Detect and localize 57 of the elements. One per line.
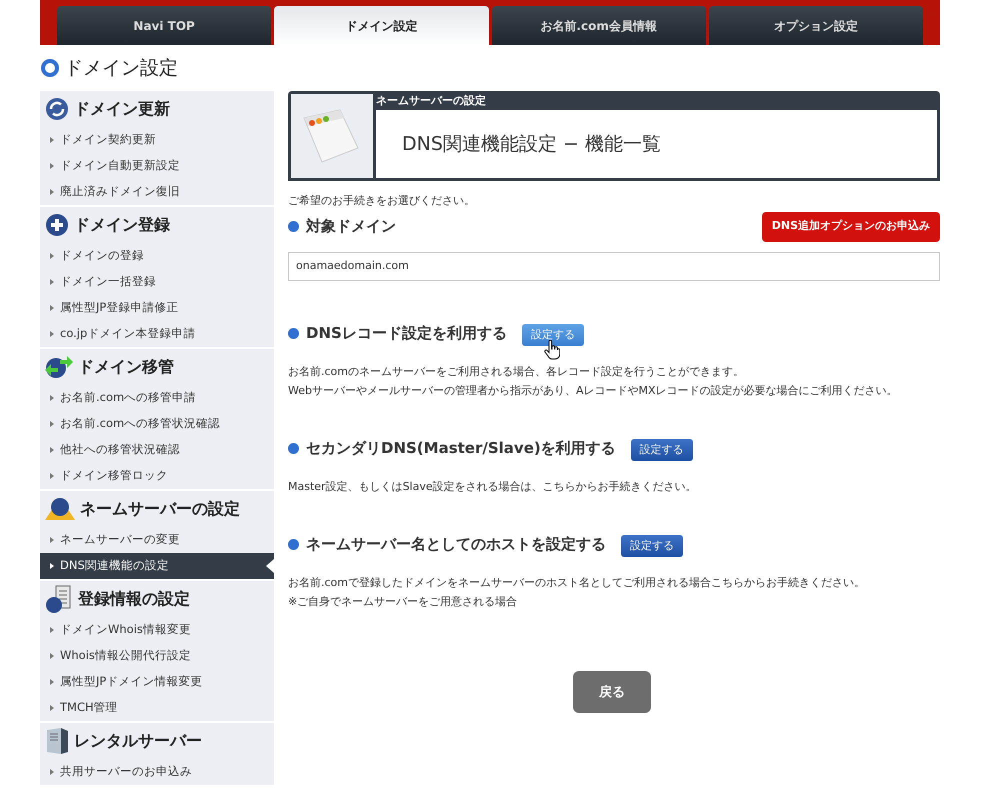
sidebar-item[interactable]: ネームサーバーの変更 <box>40 527 274 553</box>
nav-tab[interactable]: ドメイン設定 <box>274 6 488 45</box>
description-text: Master設定、もしくはSlave設定をされる場合は、こちらからお手続きください。 <box>288 479 698 495</box>
option-apply-button[interactable]: DNS追加オプションのお申込み <box>762 212 940 242</box>
back-button[interactable]: 戻る <box>573 671 651 714</box>
sidebar-item[interactable]: お名前.comへの移管状況確認 <box>40 411 274 437</box>
nav-tab[interactable]: Navi TOP <box>57 6 272 45</box>
sidebar-heading: ドメイン更新 <box>74 98 170 120</box>
nav-tab[interactable]: お名前.com会員情報 <box>492 6 706 45</box>
sidebar-item[interactable]: 廃止済みドメイン復旧 <box>40 179 274 205</box>
description-text: お名前.comのネームサーバーをご利用される場合、各レコード設定を行うことができます。 <box>288 364 745 380</box>
hand-cursor-icon <box>544 340 560 360</box>
sidebar-item[interactable]: 属性型JP登録申請修正 <box>40 295 274 321</box>
sidebar-item[interactable]: ドメインの登録 <box>40 243 274 269</box>
section-heading: ネームサーバー名としてのホストを設定する <box>306 534 606 556</box>
section-heading: 対象ドメイン <box>306 216 396 238</box>
bullet-icon <box>288 328 299 339</box>
sidebar-heading: ドメイン移管 <box>78 356 174 378</box>
sidebar-heading: レンタルサーバー <box>74 730 202 752</box>
bullet-icon <box>288 539 299 550</box>
description-text: お名前.comで登録したドメインをネームサーバーのホスト名としてご利用される場合こちらからお手続きください。 <box>288 575 866 592</box>
sidebar-item[interactable]: 共用サーバーのお申込み <box>40 759 274 785</box>
section-heading: DNSレコード設定を利用する <box>306 322 507 344</box>
section-heading: セカンダリDNS(Master/Slave)を利用する <box>306 438 616 460</box>
description-text: ※ご自身でネームサーバーをご用意される場合 <box>288 594 518 610</box>
sidebar-item[interactable]: お名前.comへの移管申請 <box>40 385 274 411</box>
sidebar-item[interactable]: ドメイン移管ロック <box>40 463 274 489</box>
sidebar-item[interactable]: co.jpドメイン本登録申請 <box>40 321 274 347</box>
domain-field: onamaedomain.com <box>288 252 940 280</box>
sidebar-heading: 登録情報の設定 <box>78 588 190 610</box>
header-category: ネームサーバーの設定 <box>376 94 487 109</box>
sidebar-item[interactable]: Whois情報公開代行設定 <box>40 643 274 669</box>
description-text: Webサーバーやメールサーバーの管理者から指示があり、AレコードやMXレコードの設定が必要な場合にご利用ください。 <box>288 382 899 399</box>
category-icon <box>44 726 70 756</box>
bullet-icon <box>288 442 299 454</box>
header-title: DNS関連機能設定 − 機能一覧 <box>402 132 661 157</box>
nav-tab[interactable]: オプション設定 <box>708 6 923 45</box>
category-icon <box>44 212 70 238</box>
sidebar-item[interactable]: 属性型JPドメイン情報変更 <box>40 669 274 695</box>
intro-text: ご希望のお手続きをお選びください。 <box>288 193 476 209</box>
bullet-icon <box>288 221 299 232</box>
settings-button[interactable]: 設定する <box>621 535 683 558</box>
category-icon <box>44 354 74 380</box>
settings-button[interactable]: 設定する <box>630 439 693 461</box>
sidebar-heading: ネームサーバーの設定 <box>80 498 240 520</box>
sidebar-item[interactable]: ドメイン契約更新 <box>40 127 274 153</box>
sidebar-item[interactable]: 他社への移管状況確認 <box>40 437 274 463</box>
sidebar-item[interactable]: ドメインWhois情報変更 <box>40 617 274 643</box>
page-title: ドメイン設定 <box>64 56 178 81</box>
ring-bullet-icon <box>40 58 60 78</box>
sidebar-heading: ドメイン登録 <box>74 214 170 236</box>
sidebar-item[interactable]: ドメイン一括登録 <box>40 269 274 295</box>
category-icon <box>44 96 70 122</box>
category-icon <box>44 496 76 522</box>
sidebar-item[interactable]: TMCH管理 <box>40 695 274 721</box>
sidebar-item[interactable]: ドメイン自動更新設定 <box>40 153 274 179</box>
sidebar-item[interactable]: DNS関連機能の設定 <box>40 553 274 579</box>
